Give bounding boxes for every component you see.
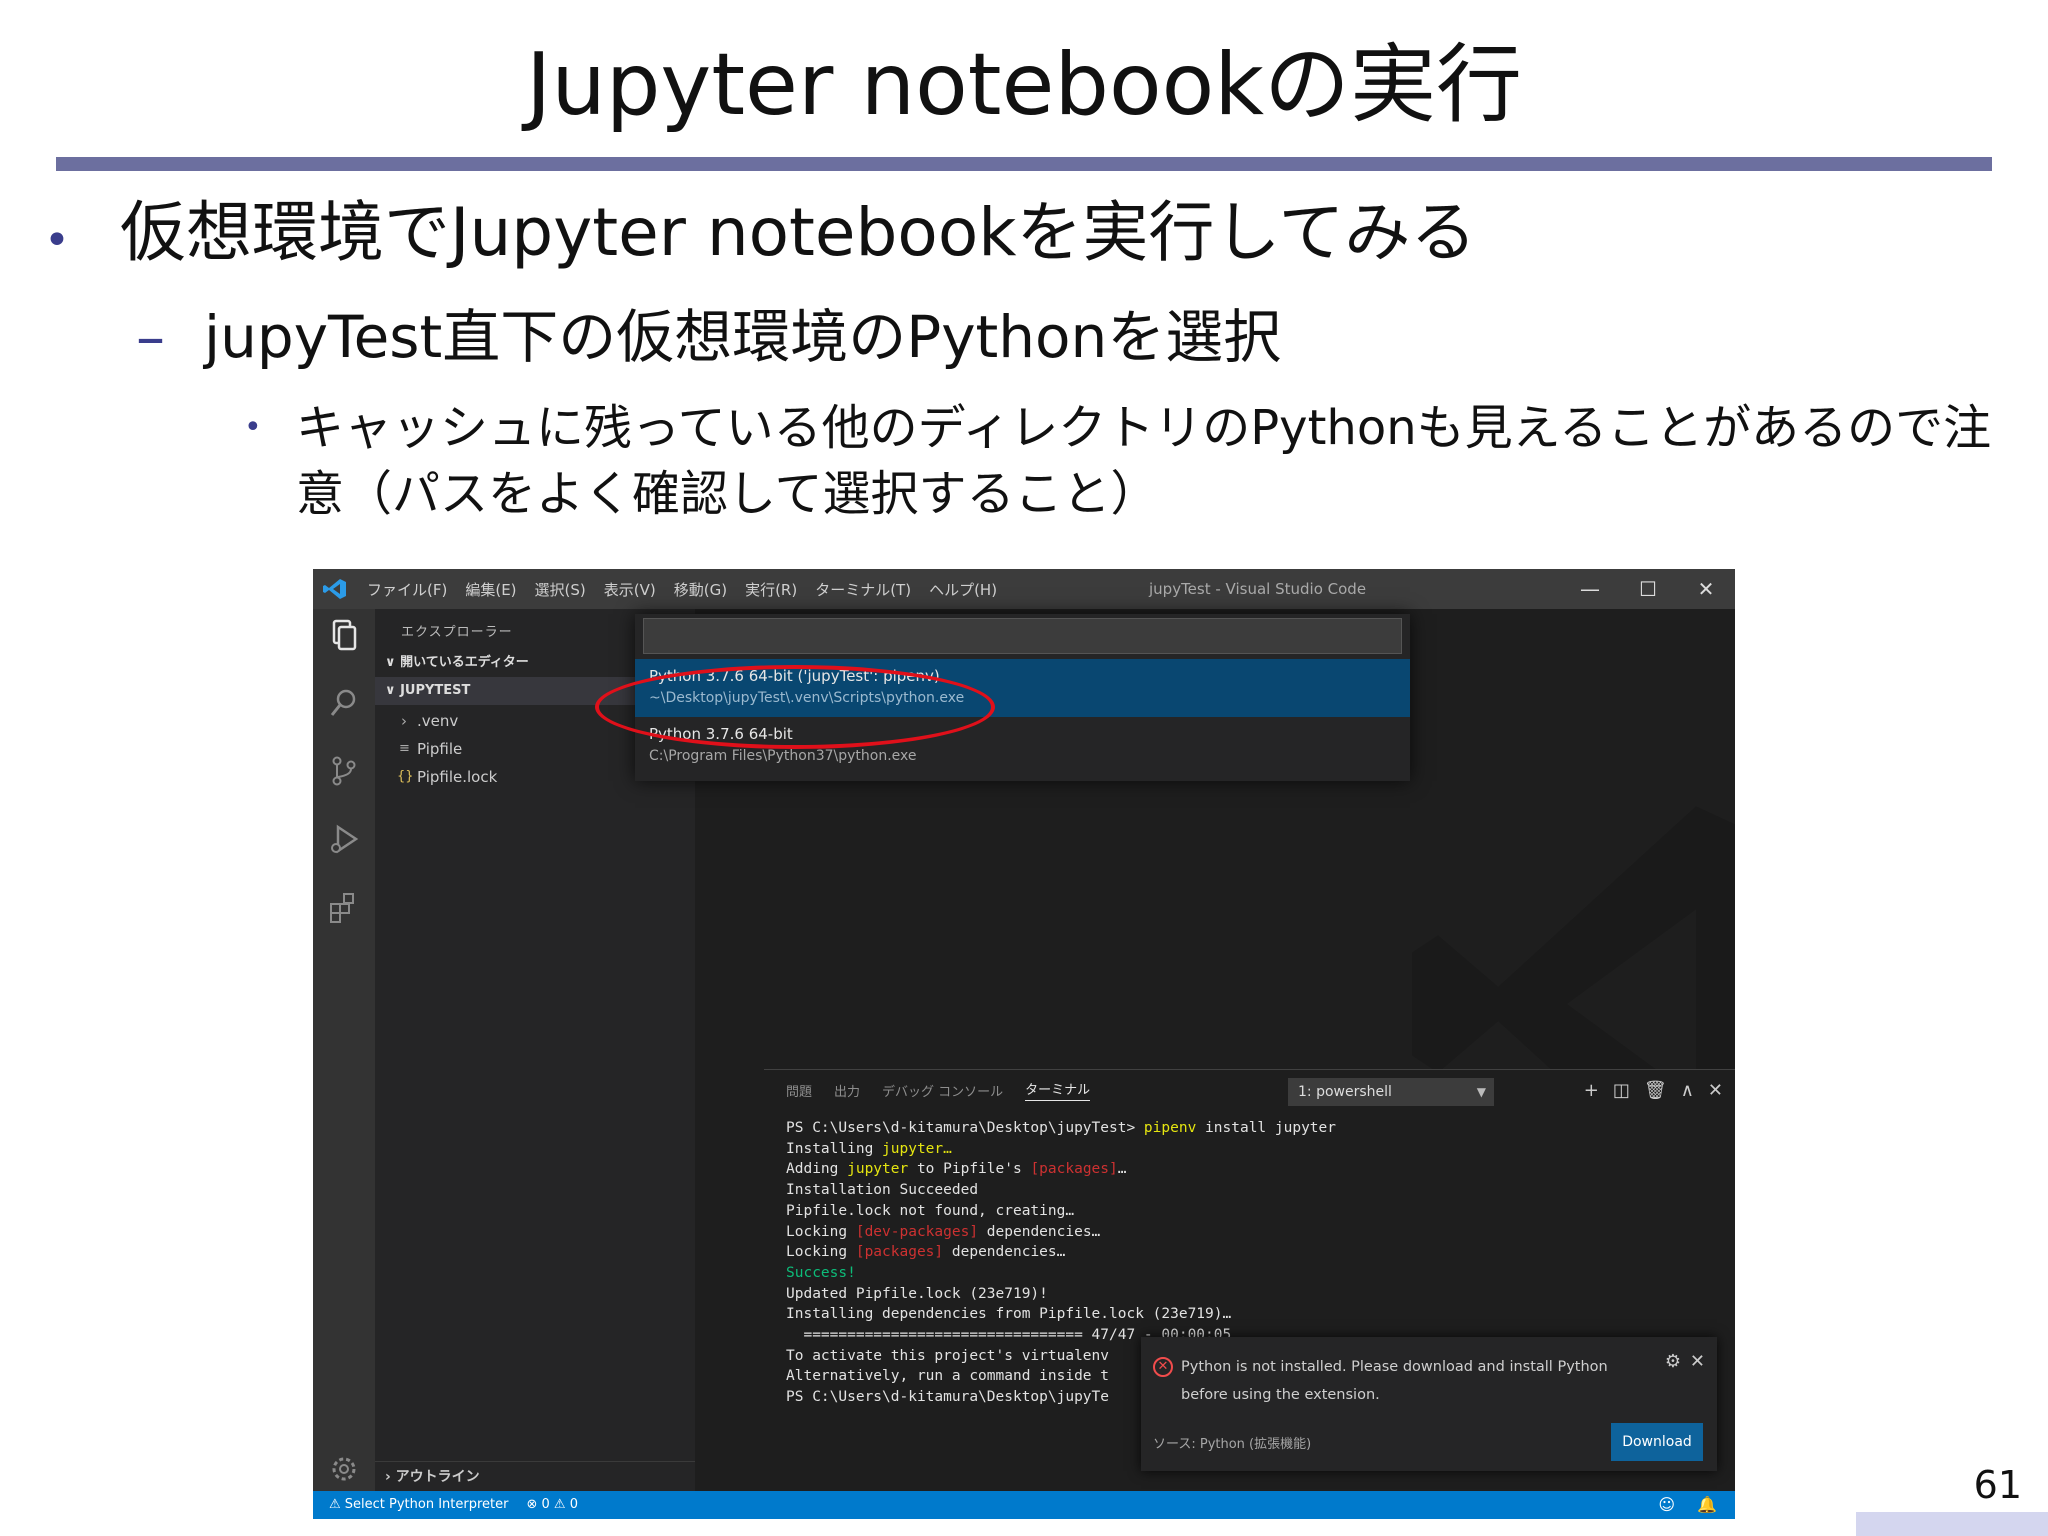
terminal-select[interactable]: 1: powershell ▼ [1288, 1078, 1494, 1106]
menu-run[interactable]: 実行(R) [745, 579, 797, 600]
activity-bar [313, 609, 375, 1491]
bullet-mark: • [244, 410, 262, 445]
new-terminal-icon[interactable]: + [1584, 1080, 1599, 1101]
bullet-level-2: – jupyTest直下の仮想環境のPythonを選択 [136, 297, 1281, 377]
terminal-line: PS C:\Users\d-kitamura\Desktop\jupyTest>… [786, 1120, 1336, 1136]
terminal-line: Locking [dev-packages] dependencies… [786, 1223, 1101, 1240]
bullet-level-3-text: キャッシュに残っている他のディレクトリのPythonも見えることがあるので注意（… [296, 400, 1992, 522]
menu-terminal[interactable]: ターミナル(T) [815, 579, 911, 600]
bullet-level-3: • キャッシュに残っている他のディレクトリのPythonも見えることがあるので注… [244, 395, 2016, 527]
terminal-select-value: 1: powershell [1298, 1084, 1392, 1100]
menu-go[interactable]: 移動(G) [674, 579, 727, 600]
panel-tabs: 問題 出力 デバッグ コンソール ターミナル [786, 1070, 1091, 1110]
notification-source: ソース: Python (拡張機能) [1153, 1437, 1312, 1452]
panel-actions: + ◫ 🗑 ∧ ✕ [1584, 1070, 1723, 1110]
dash-mark: – [136, 303, 165, 371]
minimize-button[interactable]: — [1561, 569, 1619, 609]
menu-file[interactable]: ファイル(F) [367, 579, 447, 600]
menu-edit[interactable]: 編集(E) [465, 579, 516, 600]
error-icon: ✕ [1153, 1357, 1173, 1377]
terminal-line: Updated Pipfile.lock (23e719)! [786, 1285, 1048, 1302]
window-controls: — ☐ ✕ [1561, 569, 1735, 609]
tree-item-label: Pipfile [417, 740, 463, 758]
menu-help[interactable]: ヘルプ(H) [929, 579, 997, 600]
tab-problems[interactable]: 問題 [786, 1081, 812, 1100]
notification-gear-icon[interactable]: ⚙ [1665, 1351, 1681, 1372]
window-title: jupyTest - Visual Studio Code [1149, 580, 1367, 598]
chevron-up-icon[interactable]: ∧ [1681, 1080, 1694, 1101]
tab-debug-console[interactable]: デバッグ コンソール [882, 1081, 1003, 1100]
extensions-icon[interactable] [326, 889, 362, 925]
select-interpreter-status[interactable]: ⚠ Select Python Interpreter [329, 1491, 508, 1519]
menu-bar: ファイル(F) 編集(E) 選択(S) 表示(V) 移動(G) 実行(R) ター… [367, 569, 997, 609]
terminal-line: Installation Succeeded [786, 1182, 979, 1199]
download-button[interactable]: Download [1611, 1423, 1703, 1461]
terminal-line: Locking [packages] dependencies… [786, 1244, 1066, 1261]
sidebar-title: エクスプローラー [401, 625, 513, 640]
title-rule [56, 157, 1992, 171]
explorer-icon[interactable] [326, 617, 362, 653]
terminal-line: Adding jupyter to Pipfile's [packages]… [786, 1161, 1127, 1178]
slide-title: Jupyter notebookの実行 [525, 35, 1523, 135]
python-not-installed-notification: ✕ Python is not installed. Please downlo… [1141, 1337, 1717, 1471]
file-lines-icon: ≡ [399, 741, 410, 756]
vscode-logo-icon [323, 579, 346, 599]
run-debug-icon[interactable] [326, 821, 362, 857]
notification-message: Python is not installed. Please download… [1181, 1359, 1608, 1403]
settings-gear-icon[interactable] [326, 1451, 362, 1487]
tree-item-label: Pipfile.lock [417, 768, 498, 786]
title-bar: ファイル(F) 編集(E) 選択(S) 表示(V) 移動(G) 実行(R) ター… [313, 569, 1735, 609]
notifications-bell-icon[interactable]: 🔔 [1697, 1491, 1717, 1519]
tree-item-label: .venv [417, 712, 459, 730]
menu-view[interactable]: 表示(V) [604, 579, 656, 600]
feedback-icon[interactable]: ☺ [1658, 1491, 1675, 1519]
terminal-line: Installing jupyter… [786, 1140, 952, 1157]
corner-decoration [1856, 1512, 2048, 1536]
tab-output[interactable]: 出力 [834, 1081, 860, 1100]
chevron-down-icon: ▼ [1476, 1085, 1486, 1099]
chevron-right-icon: › [401, 712, 407, 730]
close-button[interactable]: ✕ [1677, 569, 1735, 609]
highlight-ellipse [595, 665, 995, 749]
trash-icon[interactable]: 🗑 [1644, 1080, 1667, 1101]
bullet-level-1-text: 仮想環境でJupyter notebookを実行してみる [120, 194, 1477, 271]
notification-close-icon[interactable]: ✕ [1690, 1351, 1705, 1372]
source-control-icon[interactable] [326, 753, 362, 789]
menu-selection[interactable]: 選択(S) [535, 579, 586, 600]
terminal-line: Success! [786, 1264, 856, 1281]
bullet-level-2-text: jupyTest直下の仮想環境のPythonを選択 [204, 303, 1282, 371]
status-bar: ⚠ Select Python Interpreter ⊗ 0 ⚠ 0 ☺ 🔔 [313, 1491, 1735, 1519]
tab-terminal[interactable]: ターミナル [1025, 1079, 1091, 1101]
maximize-button[interactable]: ☐ [1619, 569, 1677, 609]
quick-pick-input[interactable] [643, 618, 1402, 654]
bullet-mark: • [44, 215, 70, 266]
terminal-line: Installing dependencies from Pipfile.loc… [786, 1306, 1232, 1323]
page-number: 61 [1973, 1463, 2022, 1507]
problems-status[interactable]: ⊗ 0 ⚠ 0 [526, 1491, 578, 1519]
search-icon[interactable] [326, 685, 362, 721]
terminal-line: Pipfile.lock not found, creating… [786, 1202, 1075, 1219]
vscode-window: ファイル(F) 編集(E) 選択(S) 表示(V) 移動(G) 実行(R) ター… [313, 569, 1735, 1519]
json-braces-icon: {} [397, 769, 414, 784]
outline-section[interactable]: › アウトライン [375, 1461, 695, 1491]
split-terminal-icon[interactable]: ◫ [1613, 1080, 1630, 1101]
bullet-level-1: • 仮想環境でJupyter notebookを実行してみる [36, 188, 1476, 286]
close-panel-icon[interactable]: ✕ [1708, 1080, 1723, 1101]
